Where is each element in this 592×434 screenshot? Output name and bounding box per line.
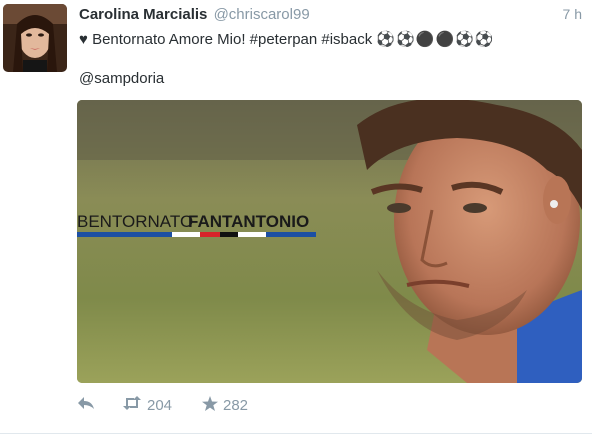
mention-link[interactable]: @sampdoria — [79, 70, 164, 87]
retweet-icon — [122, 396, 142, 414]
overlay-text-bold: FANTANTONIO — [188, 212, 309, 231]
retweet-count: 204 — [147, 396, 173, 414]
retweet-button[interactable]: 204 — [122, 396, 172, 414]
soccer-ball-icon: ⚽⚽⚫⚫⚽⚽ — [376, 31, 495, 48]
avatar[interactable] — [3, 4, 67, 72]
heart-icon: ♥ — [79, 31, 88, 48]
username[interactable]: @chriscarol99 — [214, 6, 310, 23]
media-image[interactable]: BENTORNATO FANTANTONIO — [77, 100, 582, 383]
timestamp[interactable]: 7 h — [563, 6, 582, 22]
reply-icon — [77, 396, 95, 414]
favorite-count: 282 — [223, 397, 249, 414]
fullname[interactable]: Carolina Marcialis — [79, 6, 207, 23]
star-icon — [202, 396, 218, 415]
tweet-card: Carolina Marcialis @chriscarol99 7 h ♥ B… — [0, 0, 592, 434]
tweet-header: Carolina Marcialis @chriscarol99 7 h — [79, 6, 582, 28]
favorite-button[interactable]: 282 — [202, 396, 248, 415]
overlay-text-light: BENTORNATO — [77, 212, 193, 231]
sampdoria-stripe — [77, 232, 316, 237]
tweet-text-body: Bentornato Amore Mio! #peterpan #isback — [92, 31, 373, 48]
tweet-text: ♥ Bentornato Amore Mio! #peterpan #isbac… — [79, 30, 579, 50]
reply-button[interactable] — [77, 396, 95, 414]
